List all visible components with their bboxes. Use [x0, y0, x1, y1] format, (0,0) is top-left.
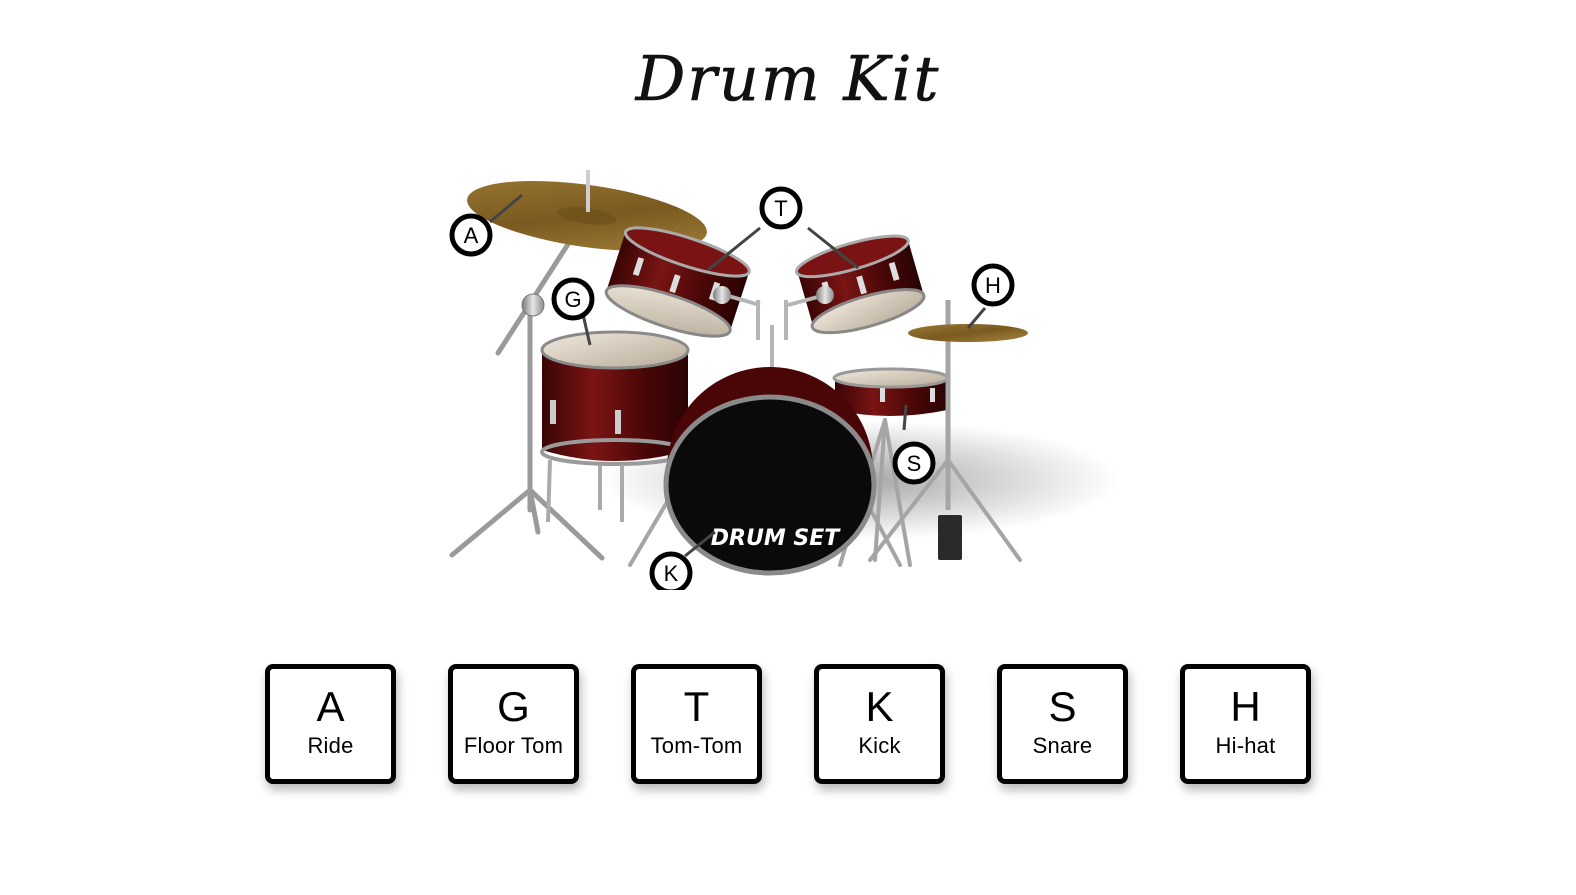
ride-stand-joint	[521, 293, 545, 317]
key-letter: G	[497, 683, 530, 730]
badge-tom-tom: T	[759, 186, 803, 230]
key-letter: H	[1230, 683, 1261, 730]
right-tom	[794, 234, 926, 335]
drum-kit-svg: DRUM SET A T G H S K	[449, 170, 1120, 595]
badge-hi-hat: H	[971, 263, 1015, 307]
key-snare[interactable]: S Snare	[997, 664, 1128, 784]
key-letter: K	[865, 683, 894, 730]
key-letter: S	[1048, 683, 1077, 730]
key-letter: A	[316, 683, 345, 730]
key-sound-label: Tom-Tom	[650, 733, 743, 758]
drum-kit-illustration: DRUM SET A T G H S K	[430, 160, 1130, 595]
key-list: A Ride G Floor Tom T Tom-Tom K Kick S Sn…	[0, 664, 1576, 786]
tom-mount-joint-right	[816, 286, 834, 304]
badge-tom-tom-text: T	[774, 196, 787, 221]
badge-ride: A	[449, 213, 493, 257]
key-hi-hat[interactable]: H Hi-hat	[1180, 664, 1311, 784]
key-kick[interactable]: K Kick	[814, 664, 945, 784]
badge-floor-tom-text: G	[564, 287, 581, 312]
badge-snare-text: S	[907, 451, 922, 476]
key-letter: T	[683, 683, 710, 730]
key-sound-label: Snare	[1032, 733, 1093, 758]
key-sound-label: Ride	[307, 733, 354, 758]
key-sound-label: Hi-hat	[1215, 733, 1276, 758]
badge-hi-hat-text: H	[985, 273, 1001, 298]
key-sound-label: Floor Tom	[463, 733, 564, 758]
page-title-container: Drum Kit	[0, 30, 1576, 125]
page-title-text: Drum Kit	[635, 42, 941, 115]
key-tom-tom[interactable]: T Tom-Tom	[631, 664, 762, 784]
key-floor-tom[interactable]: G Floor Tom	[448, 664, 579, 784]
kick-logo-text: DRUM SET	[711, 526, 841, 551]
badge-ride-text: A	[464, 223, 479, 248]
left-tom	[604, 226, 751, 338]
badge-floor-tom: G	[551, 277, 595, 321]
key-sound-label: Kick	[858, 733, 901, 758]
badge-snare: S	[892, 441, 936, 485]
tom-mount-joint-left	[713, 286, 731, 304]
badge-kick: K	[649, 551, 693, 595]
page-title: Drum Kit	[634, 42, 941, 116]
badge-kick-text: K	[664, 561, 679, 586]
key-ride[interactable]: A Ride	[265, 664, 396, 784]
